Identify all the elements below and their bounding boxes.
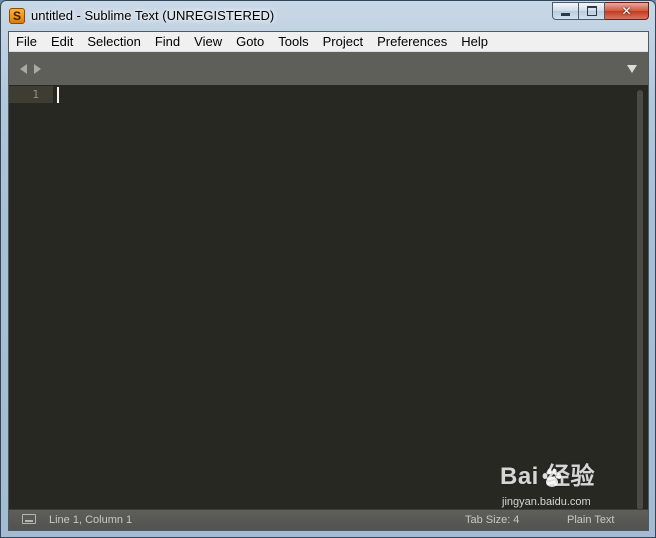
tab-bar [9, 52, 648, 85]
editor-area[interactable]: 1 [9, 85, 648, 511]
menu-file[interactable]: File [9, 33, 44, 51]
menu-project[interactable]: Project [316, 33, 370, 51]
window-frame: S untitled - Sublime Text (UNREGISTERED)… [0, 0, 656, 538]
arrow-right-icon[interactable] [34, 64, 41, 74]
close-icon: ✕ [621, 4, 632, 18]
window-title: untitled - Sublime Text (UNREGISTERED) [31, 8, 275, 23]
minimize-button[interactable] [552, 2, 579, 20]
title-bar[interactable]: S untitled - Sublime Text (UNREGISTERED)… [1, 1, 655, 31]
cursor-position: Line 1, Column 1 [49, 514, 133, 526]
maximize-button[interactable] [579, 2, 605, 20]
line-number: 1 [32, 88, 39, 101]
vertical-scrollbar[interactable] [637, 90, 643, 510]
arrow-left-icon[interactable] [20, 64, 27, 74]
menu-help[interactable]: Help [454, 33, 495, 51]
sublime-text-logo-icon[interactable]: S [9, 8, 25, 24]
menu-view[interactable]: View [187, 33, 229, 51]
syntax-selector[interactable]: Plain Text [567, 513, 615, 527]
line-gutter: 1 [9, 85, 53, 511]
menu-preferences[interactable]: Preferences [370, 33, 454, 51]
console-icon[interactable] [22, 514, 36, 524]
menu-selection[interactable]: Selection [80, 33, 147, 51]
dropdown-triangle-icon[interactable] [627, 65, 637, 73]
minimize-icon [561, 12, 570, 16]
window-controls: ✕ [552, 2, 649, 21]
maximize-icon [586, 6, 597, 16]
text-caret [57, 87, 59, 103]
menu-edit[interactable]: Edit [44, 33, 80, 51]
status-bar: Line 1, Column 1 Tab Size: 4 Plain Text [9, 509, 648, 530]
close-button[interactable]: ✕ [605, 2, 649, 20]
menu-find[interactable]: Find [148, 33, 187, 51]
client-area: File Edit Selection Find View Goto Tools… [8, 31, 649, 531]
menu-bar: File Edit Selection Find View Goto Tools… [9, 32, 648, 52]
menu-goto[interactable]: Goto [229, 33, 271, 51]
tab-size-selector[interactable]: Tab Size: 4 [465, 513, 519, 527]
menu-tools[interactable]: Tools [271, 33, 315, 51]
